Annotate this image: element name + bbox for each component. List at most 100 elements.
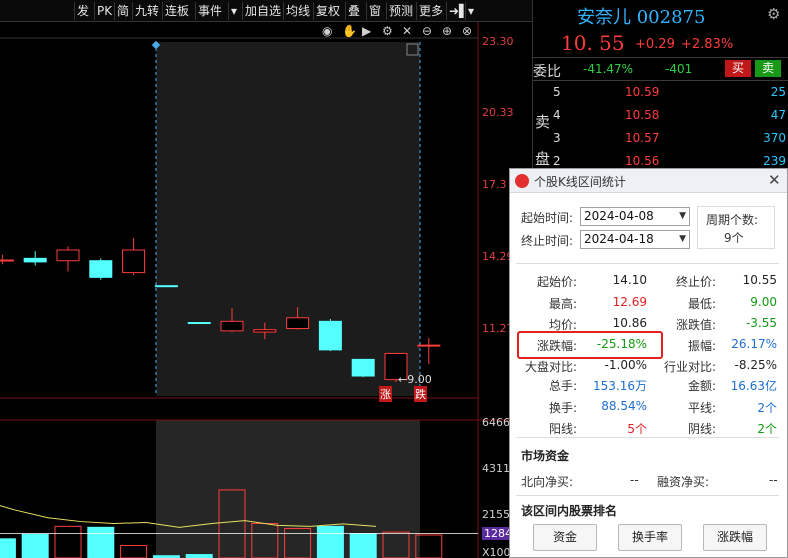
price-change-pct: +2.83% [681,37,734,52]
toolbar-fa-button[interactable]: 发 [74,2,91,20]
ask-row: 5 10.59 25 [533,85,788,107]
ask-price: 10.56 [625,154,660,168]
rank-turnover-button[interactable]: 换手率 [618,524,682,551]
stat-value: 2个 [757,401,777,415]
zoom-out-icon[interactable]: ⊖ [422,24,432,38]
stat-value: 88.54% [601,399,647,413]
order-diff-value: -401 [665,62,693,76]
cycle-count-label: 周期个数: [706,213,759,227]
rank-change-button[interactable]: 涨跌幅 [703,524,767,551]
hand-icon[interactable]: ✋ [342,24,357,38]
candle-body [122,249,146,274]
stat-value: 2个 [757,422,777,436]
stat-value: 16.63亿 [730,379,777,393]
divider [533,80,788,81]
toolbar-more-button[interactable]: 更多 [416,2,445,20]
toolbar-forecast-button[interactable]: 预测 [386,2,415,20]
toolbar-jiuzhuan-button[interactable]: 九转 [132,2,161,20]
end-time-select[interactable]: 2024-04-18 ▼ [580,230,690,249]
toolbar-ma-button[interactable]: 均线 [283,2,312,20]
volume-bar [120,545,148,558]
gear-icon[interactable]: ⚙ [767,5,780,23]
sell-button[interactable]: 卖 [755,60,781,77]
end-time-value: 2024-04-18 [584,232,654,246]
price-tick: 20.33 [482,106,514,119]
cross-tool-icon[interactable]: ✕ [402,24,412,38]
zoom-in-icon[interactable]: ⊕ [442,24,452,38]
candle-body [417,344,441,347]
ask-volume: 239 [763,154,786,168]
stat-value: -3.55 [745,316,777,330]
stat-value: -8.25% [734,358,777,372]
toolbar-add-watch-button[interactable]: 加自选 [242,2,283,20]
interval-stats-dialog: 个股K线区间统计 ✕ 起始时间: 2024-04-08 ▼ 终止时间: 2024-… [509,168,788,558]
price-change: +0.29 [635,37,675,52]
candle-body [89,260,113,278]
dialog-title: 个股K线区间统计 [534,175,626,189]
toolbar-event-button[interactable]: 事件 [195,2,224,20]
start-time-value: 2024-04-08 [584,209,654,223]
toolbar-pk-button[interactable]: PK [94,2,114,20]
divider [516,263,779,264]
margin-label: 融资净买: [657,475,710,489]
ask-volume: 25 [770,85,786,99]
toolbar-expand-dropdown-button[interactable]: ▾ [465,2,476,20]
rank-heading: 该区间内股票排名 [521,504,618,518]
ask-volume: 47 [770,108,786,122]
volume-tick: 4311 [482,462,510,475]
stat-value: 5个 [627,422,647,436]
chevron-down-icon: ▼ [679,234,686,244]
stat-value: 12.69 [612,295,647,309]
candle-body [253,329,277,333]
close-icon[interactable]: ✕ [768,171,781,189]
candle-body [0,259,14,262]
toolbar-jian-button[interactable]: 简 [114,2,131,20]
change-pct-highlight [517,331,663,359]
kline-chart-svg[interactable] [0,22,532,558]
candle-body [220,320,244,332]
order-ratio-label: 委比 [533,64,561,80]
volume-bar [316,525,344,558]
volume-bar [54,525,82,558]
ask-level: 2 [553,154,561,168]
dialog-titlebar[interactable]: 个股K线区间统计 ✕ [510,169,787,193]
buy-button[interactable]: 买 [725,60,751,77]
volume-tick: 2155 [482,508,510,521]
toolbar-window-button[interactable]: 窗 [366,2,383,20]
price-tick: 23.30 [482,35,514,48]
ask-level: 4 [553,108,561,122]
ask-price: 10.58 [625,108,660,122]
volume-bar [349,533,377,558]
candle-body [286,317,310,329]
range-background [156,42,420,396]
settings-icon[interactable]: ⚙ [382,24,393,38]
candle-body [318,320,342,351]
kline-chart[interactable]: ◉ ✋ ▶ ⚙ ✕ ⊖ ⊕ ⊗ 23.30 20.33 17.3 14.29 1… [0,22,532,558]
candle-body [23,257,47,263]
toolbar-overlay-button[interactable]: 叠 [345,2,362,20]
range-rise-tag[interactable]: 涨 [379,386,392,402]
stat-value: 10.86 [612,316,647,330]
toolbar-event-dropdown-button[interactable]: ▾ [228,2,239,20]
last-price: 10. 55 [561,31,625,55]
candle-body [351,358,375,377]
stat-value: -1.00% [604,358,647,372]
close-chart-icon[interactable]: ⊗ [462,24,472,38]
candle-body [187,322,211,325]
start-time-select[interactable]: 2024-04-08 ▼ [580,207,690,226]
end-time-label: 终止时间: [521,234,574,248]
candle-body [154,285,178,288]
toolbar-lianban-button[interactable]: 连板 [162,2,191,20]
northbound-value: -- [630,473,639,487]
low-price-marker: ←9.00 [398,373,432,386]
ask-price: 10.57 [625,131,660,145]
cycle-count-box: 周期个数: 9个 [697,206,775,249]
play-icon[interactable]: ▶ [362,24,371,38]
stat-value: 14.10 [612,273,647,287]
range-fall-tag[interactable]: 跌 [414,386,427,402]
volume-bar [0,538,16,558]
eye-icon[interactable]: ◉ [322,24,332,38]
ask-level: 3 [553,131,561,145]
rank-fund-button[interactable]: 资金 [533,524,597,551]
toolbar-adjust-button[interactable]: 复权 [313,2,342,20]
